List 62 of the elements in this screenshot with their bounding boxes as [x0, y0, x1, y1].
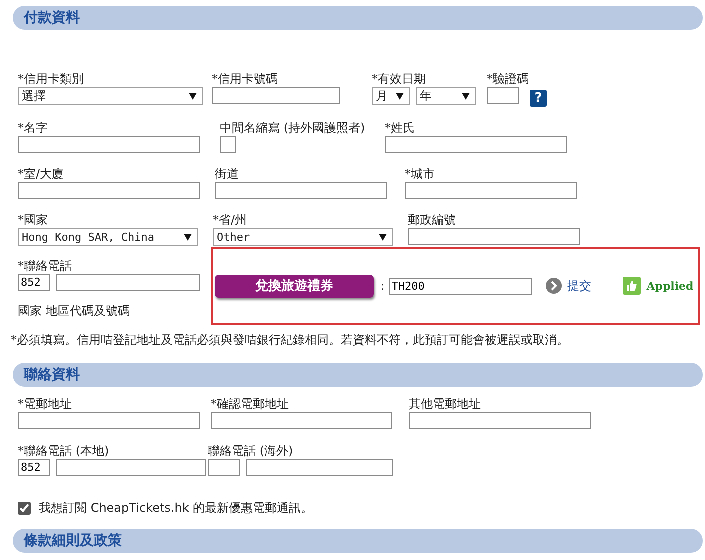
dropdown[interactable]: 月: [372, 87, 410, 105]
input-field[interactable]: [408, 228, 580, 245]
submit-link[interactable]: 提交: [568, 278, 592, 294]
field-label: *確認電郵地址: [211, 397, 290, 412]
input-field[interactable]: [246, 459, 393, 476]
voucher-button[interactable]: 兌換旅遊禮券: [215, 274, 374, 298]
field-label: 其他電郵地址: [409, 397, 482, 412]
section-title: 付款資料: [24, 9, 80, 27]
input-field[interactable]: [56, 274, 200, 291]
field-label: *有效日期: [372, 72, 427, 87]
dropdown[interactable]: Hong Kong SAR, China: [18, 228, 198, 246]
section-title: 條款細則及政策: [24, 532, 122, 550]
dropdown[interactable]: 選擇: [18, 87, 203, 105]
input-field[interactable]: [215, 182, 387, 199]
field-label: *名字: [18, 121, 49, 136]
help-button[interactable]: ?: [530, 90, 547, 107]
field-label: *省/州: [213, 213, 248, 228]
input-field[interactable]: TH200: [388, 278, 532, 294]
input-field[interactable]: [211, 412, 392, 429]
input-field[interactable]: [18, 412, 200, 429]
field-label: 街道: [215, 167, 240, 182]
checkbox[interactable]: [220, 136, 236, 153]
input-field[interactable]: [56, 459, 206, 476]
field-label: *國家: [18, 213, 49, 228]
field-label: 中間名縮寫 (持外國護照者): [220, 121, 366, 136]
field-label: *城市: [405, 167, 436, 182]
input-field[interactable]: [409, 412, 591, 429]
separator: :: [381, 280, 385, 292]
caret-icon: [184, 234, 192, 240]
field-label: *姓氏: [385, 121, 416, 136]
field-label: *聯絡電話: [18, 259, 73, 274]
field-label: *電郵地址: [18, 397, 73, 412]
input-field[interactable]: 852: [18, 459, 50, 476]
field-label: *室/大廈: [18, 167, 66, 182]
input-field[interactable]: [385, 136, 567, 153]
input-field[interactable]: [18, 182, 200, 199]
dropdown[interactable]: 年: [416, 87, 476, 105]
field-hint: 國家 地區代碼及號碼: [18, 303, 131, 320]
caret-icon: [396, 92, 404, 100]
dropdown[interactable]: Other: [213, 228, 393, 246]
input-field[interactable]: 852: [18, 274, 50, 291]
input-field[interactable]: [18, 136, 200, 153]
field-label: *驗證碼: [487, 72, 530, 87]
field-label: 聯絡電話 (海外): [208, 444, 294, 459]
field-label: *信用卡號碼: [212, 72, 279, 87]
input-field[interactable]: [208, 459, 240, 476]
chevron-icon: [546, 278, 562, 294]
field-label: 郵政編號: [408, 213, 457, 228]
thumbs-up-icon: [622, 277, 641, 295]
field-label: *聯絡電話 (本地): [18, 444, 110, 459]
status-text: Applied: [646, 280, 694, 292]
caret-icon: [379, 234, 387, 240]
footnote: *必須填寫。信用咭登記地址及電話必須與發咭銀行紀錄相同。若資料不符，此預訂可能會被遲誤或取消。: [11, 332, 570, 349]
field-label: *信用卡類別: [18, 72, 85, 87]
caret-icon: [462, 92, 470, 100]
input-field[interactable]: [212, 87, 340, 104]
checkbox-label: 我想訂閱 CheapTickets.hk 的最新優惠電郵通訊。: [39, 500, 314, 517]
checkbox[interactable]: [18, 502, 31, 515]
input-field[interactable]: [405, 182, 577, 199]
caret-icon: [189, 92, 197, 100]
input-field[interactable]: [487, 87, 519, 104]
section-title: 聯絡資料: [24, 366, 80, 384]
